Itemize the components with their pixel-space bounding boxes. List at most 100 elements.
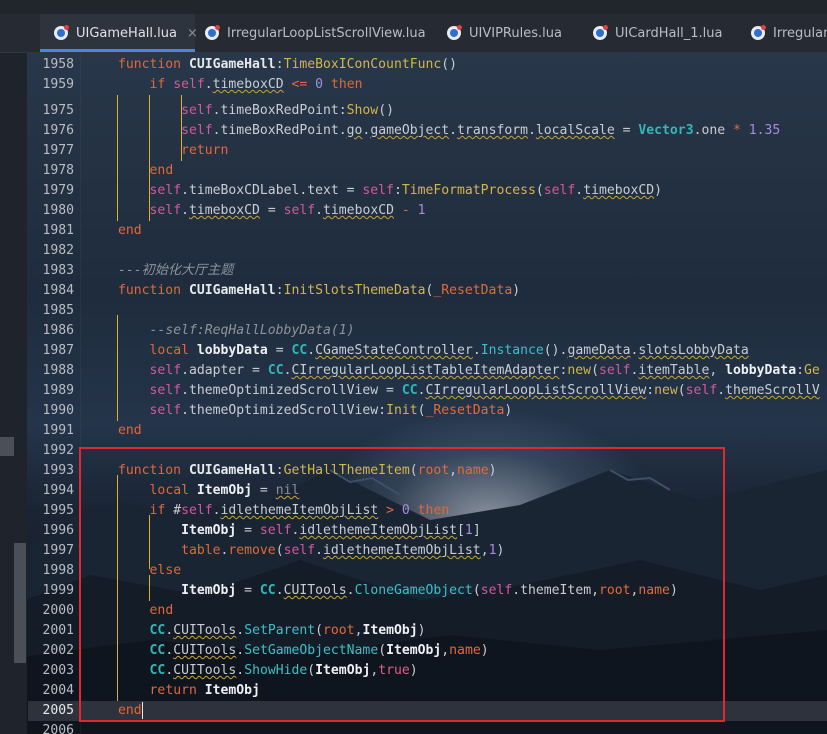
code-line[interactable]: 1998 else	[28, 561, 827, 581]
code-text: end	[118, 423, 142, 438]
code-text: ItemObj = CC.CUITools.CloneGameObject(se…	[181, 583, 678, 598]
lua-file-icon	[593, 25, 608, 40]
code-text: self.timeBoxRedPoint:Show()	[181, 103, 394, 118]
code-line[interactable]: 2006	[28, 721, 827, 734]
code-line[interactable]: 1981 end	[28, 221, 827, 241]
tab-label: IrregularL	[773, 25, 827, 41]
line-number: 2006	[42, 723, 74, 734]
code-line[interactable]: 1985	[28, 301, 827, 321]
code-text: ItemObj = self.idlethemeItemObjList[1]	[181, 523, 481, 538]
line-number: 1993	[42, 463, 74, 478]
line-number: 1980	[42, 203, 74, 218]
line-number: 2004	[42, 683, 74, 698]
code-line[interactable]: 1990 self.themeOptimizedScrollView:Init(…	[28, 401, 827, 421]
code-text: self.themeOptimizedScrollView:Init(_Rese…	[149, 403, 513, 418]
code-line[interactable]: 1989 self.themeOptimizedScrollView = CC.…	[28, 381, 827, 401]
side-marker	[0, 437, 14, 456]
lua-file-icon	[54, 25, 69, 40]
code-text: --self:ReqHallLobbyData(1)	[149, 323, 355, 338]
code-line[interactable]: 1983 ---初始化大厅主题	[28, 261, 827, 281]
tab-label: IrregularLoopListScrollView.lua	[227, 25, 426, 41]
line-number: 1992	[42, 443, 74, 458]
editor-tab-bar: UIGameHall.lua × IrregularLoopListScroll…	[0, 0, 827, 53]
line-number: 1976	[42, 123, 74, 138]
code-line[interactable]: 1977 return	[28, 141, 827, 161]
code-line[interactable]: 2004 return ItemObj	[28, 681, 827, 701]
code-line[interactable]: 2001 CC.CUITools.SetParent(root,ItemObj)	[28, 621, 827, 641]
side-scroll-marker[interactable]	[14, 543, 26, 663]
code-text: CC.CUITools.ShowHide(ItemObj,true)	[149, 663, 418, 678]
code-line[interactable]: 1976 self.timeBoxRedPoint.go.gameObject.…	[28, 121, 827, 141]
line-number: 1995	[42, 503, 74, 518]
code-line[interactable]: 1958 function CUIGameHall:TimeBoxIConCoun…	[28, 55, 827, 75]
code-text: CC.CUITools.SetParent(root,ItemObj)	[149, 623, 426, 638]
code-line[interactable]: 1999 ItemObj = CC.CUITools.CloneGameObje…	[28, 581, 827, 601]
code-line[interactable]: 2000 end	[28, 601, 827, 621]
code-line[interactable]: 1996 ItemObj = self.idlethemeItemObjList…	[28, 521, 827, 541]
code-line[interactable]: 2005 end	[28, 701, 827, 721]
code-line[interactable]: 1987 local lobbyData = CC.CGameStateCont…	[28, 341, 827, 361]
code-text: end	[118, 223, 142, 238]
code-text: CC.CUITools.SetGameObjectName(ItemObj,na…	[149, 643, 489, 658]
code-line[interactable]: 1978 end	[28, 161, 827, 181]
line-number: 1981	[42, 223, 74, 238]
code-text: else	[149, 563, 182, 578]
close-icon[interactable]: ×	[187, 26, 198, 41]
code-text: end	[149, 603, 174, 618]
tab-label: UICardHall_1.lua	[615, 25, 723, 41]
tab-irregularl[interactable]: IrregularL	[751, 14, 827, 52]
code-text: self.themeOptimizedScrollView = CC.CIrre…	[149, 383, 820, 398]
code-line[interactable]: 1997 table.remove(self.idlethemeItemObjL…	[28, 541, 827, 561]
title-strip	[0, 0, 827, 14]
line-number: 1991	[42, 423, 74, 438]
line-number: 1979	[42, 183, 74, 198]
code-line[interactable]: 1975 self.timeBoxRedPoint:Show()	[28, 101, 827, 121]
line-number: 2001	[42, 623, 74, 638]
tab-label: UIGameHall.lua	[76, 25, 177, 41]
line-number: 1996	[42, 523, 74, 538]
code-line[interactable]: 1994 local ItemObj = nil	[28, 481, 827, 501]
tab-uiviprules[interactable]: UIVIPRules.lua	[447, 14, 562, 52]
code-text: return	[181, 143, 229, 158]
tab-uicardhall-1[interactable]: UICardHall_1.lua	[593, 14, 722, 52]
tab-uigamehall[interactable]: UIGameHall.lua ×	[40, 14, 198, 52]
tab-label: UIVIPRules.lua	[469, 25, 562, 41]
code-text: end	[118, 702, 143, 719]
line-number: 1985	[42, 303, 74, 318]
code-line[interactable]: 1991 end	[28, 421, 827, 441]
line-number: 1982	[42, 243, 74, 258]
line-number: 2000	[42, 603, 74, 618]
line-number: 1978	[42, 163, 74, 178]
code-text: end	[149, 163, 174, 178]
code-line[interactable]: 1979 self.timeBoxCDLabel.text = self:Tim…	[28, 181, 827, 201]
code-text: self.adapter = CC.CIrregularLoopListTabl…	[149, 363, 820, 378]
line-number: 2002	[42, 643, 74, 658]
line-number: 1958	[42, 57, 74, 72]
code-line[interactable]: 1982	[28, 241, 827, 261]
code-line[interactable]: 1980 self.timeboxCD = self.timeboxCD - 1	[28, 201, 827, 221]
code-line[interactable]: 2003 CC.CUITools.ShowHide(ItemObj,true)	[28, 661, 827, 681]
line-number: 1999	[42, 583, 74, 598]
code-text: function CUIGameHall:TimeBoxIConCountFun…	[118, 57, 458, 72]
lua-file-icon	[751, 25, 766, 40]
line-number: 1983	[42, 263, 74, 278]
code-line[interactable]: 1993 function CUIGameHall:GetHallThemeIte…	[28, 461, 827, 481]
line-number: 1990	[42, 403, 74, 418]
code-text: self.timeBoxRedPoint.go.gameObject.trans…	[181, 123, 781, 138]
line-number: 1984	[42, 283, 74, 298]
code-line[interactable]: 1959 if self.timeboxCD <= 0 then	[28, 75, 827, 95]
code-text: self.timeboxCD = self.timeboxCD - 1	[149, 203, 426, 218]
code-line[interactable]: 1992	[28, 441, 827, 461]
code-text: ---初始化大厅主题	[118, 263, 234, 278]
code-line[interactable]: 1988 self.adapter = CC.CIrregularLoopLis…	[28, 361, 827, 381]
code-line[interactable]: 1984 function CUIGameHall:InitSlotsThemeD…	[28, 281, 827, 301]
line-number: 1977	[42, 143, 74, 158]
code-text: local ItemObj = nil	[149, 483, 300, 498]
code-line[interactable]: 1986 --self:ReqHallLobbyData(1)	[28, 321, 827, 341]
code-line[interactable]: 2002 CC.CUITools.SetGameObjectName(ItemO…	[28, 641, 827, 661]
tab-irregularlooplistscrollview[interactable]: IrregularLoopListScrollView.lua	[205, 14, 426, 52]
editor-window: UIGameHall.lua × IrregularLoopListScroll…	[0, 0, 827, 734]
lua-file-icon	[205, 25, 220, 40]
code-line[interactable]: 1995 if #self.idlethemeItemObjList > 0 t…	[28, 501, 827, 521]
code-text: return ItemObj	[149, 683, 260, 698]
